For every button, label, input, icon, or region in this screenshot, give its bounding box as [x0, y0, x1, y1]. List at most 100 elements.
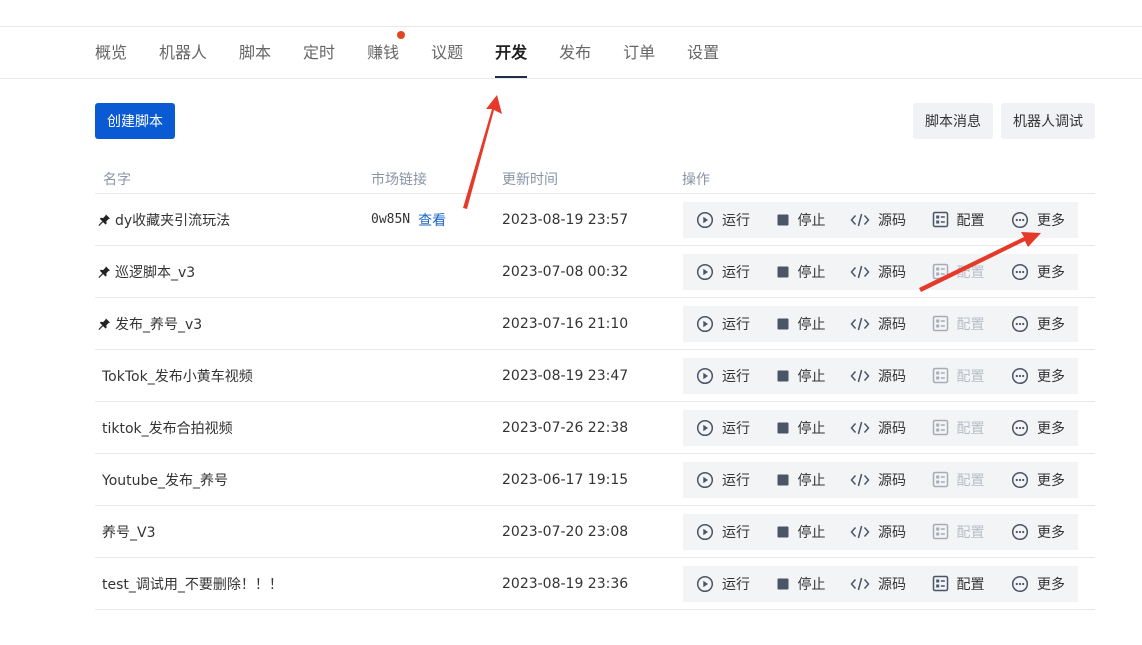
stop-button[interactable]: 停止: [763, 565, 838, 602]
script-name-text: 发布_养号_v3: [115, 316, 203, 333]
more-button[interactable]: 更多: [998, 461, 1078, 498]
tab-0[interactable]: 概览: [95, 27, 127, 79]
source-button[interactable]: 源码: [838, 253, 918, 290]
more-label: 更多: [1037, 472, 1065, 489]
run-button[interactable]: 运行: [683, 357, 763, 394]
more-button[interactable]: 更多: [998, 201, 1078, 238]
source-button[interactable]: 源码: [838, 461, 918, 498]
config-button[interactable]: 配置: [918, 565, 998, 602]
tabs-divider: [0, 78, 1142, 79]
more-label: 更多: [1037, 316, 1065, 333]
more-icon: [1011, 523, 1037, 541]
config-label: 配置: [956, 420, 985, 437]
more-button[interactable]: 更多: [998, 253, 1078, 290]
run-icon: [696, 419, 722, 437]
script-name-text: dy收藏夹引流玩法: [115, 212, 231, 229]
tab-5[interactable]: 议题: [431, 27, 463, 79]
tab-8[interactable]: 订单: [623, 27, 655, 79]
run-button[interactable]: 运行: [683, 305, 763, 342]
script-name-text: TokTok_发布小黄车视频: [102, 368, 253, 385]
stop-button[interactable]: 停止: [763, 357, 838, 394]
source-button[interactable]: 源码: [838, 409, 918, 446]
stop-button[interactable]: 停止: [763, 201, 838, 238]
more-button[interactable]: 更多: [998, 409, 1078, 446]
stop-button[interactable]: 停止: [763, 305, 838, 342]
stop-label: 停止: [797, 524, 826, 541]
more-icon: [1011, 211, 1037, 229]
robot-debug-button[interactable]: 机器人调试: [1001, 103, 1095, 139]
source-label: 源码: [878, 524, 906, 541]
run-button[interactable]: 运行: [683, 565, 763, 602]
run-button[interactable]: 运行: [683, 409, 763, 446]
stop-icon: [776, 525, 798, 539]
tab-2[interactable]: 脚本: [239, 27, 271, 79]
config-icon: [932, 523, 957, 540]
stop-button[interactable]: 停止: [763, 513, 838, 550]
source-button[interactable]: 源码: [838, 565, 918, 602]
create-script-button[interactable]: 创建脚本: [95, 103, 175, 139]
more-button[interactable]: 更多: [998, 513, 1078, 550]
view-link[interactable]: 查看: [418, 210, 446, 230]
run-icon: [696, 523, 722, 541]
pin-icon: [97, 213, 111, 227]
more-label: 更多: [1037, 212, 1065, 229]
more-label: 更多: [1037, 524, 1065, 541]
notification-dot: [397, 31, 406, 39]
more-button[interactable]: 更多: [998, 357, 1078, 394]
tab-6[interactable]: 开发: [495, 27, 528, 79]
updated-time: 2023-08-19 23:47: [502, 367, 629, 384]
source-label: 源码: [878, 316, 906, 333]
run-button[interactable]: 运行: [683, 253, 763, 290]
more-label: 更多: [1037, 368, 1065, 385]
stop-label: 停止: [797, 368, 826, 385]
config-icon: [932, 575, 957, 592]
more-icon: [1011, 263, 1037, 281]
more-label: 更多: [1037, 264, 1065, 281]
source-button[interactable]: 源码: [838, 201, 918, 238]
source-icon: [850, 472, 878, 488]
header-updated-time: 更新时间: [502, 171, 558, 188]
source-label: 源码: [878, 212, 906, 229]
header-operations: 操作: [682, 171, 710, 188]
stop-icon: [776, 421, 798, 435]
script-name: Youtube_发布_养号: [95, 470, 371, 490]
pin-icon: [97, 317, 111, 331]
run-button[interactable]: 运行: [683, 461, 763, 498]
source-button[interactable]: 源码: [838, 357, 918, 394]
more-label: 更多: [1037, 420, 1065, 437]
stop-button[interactable]: 停止: [763, 461, 838, 498]
run-button[interactable]: 运行: [683, 201, 763, 238]
more-button[interactable]: 更多: [998, 565, 1078, 602]
tab-4[interactable]: 赚钱: [367, 27, 406, 79]
table-row: 巡逻脚本_v3 2023-07-08 00:32 运行 停止 源码 配置 更多: [95, 246, 1095, 298]
operations: 运行 停止 源码 配置 更多: [682, 461, 1095, 498]
script-name-text: test_调试用_不要删除！！！: [102, 576, 283, 593]
run-label: 运行: [722, 524, 750, 541]
tab-label: 概览: [95, 43, 128, 62]
tab-9[interactable]: 设置: [687, 27, 719, 79]
source-button[interactable]: 源码: [838, 305, 918, 342]
run-label: 运行: [722, 264, 750, 281]
tab-label: 赚钱: [367, 43, 400, 62]
config-button[interactable]: 配置: [918, 201, 998, 238]
source-button[interactable]: 源码: [838, 513, 918, 550]
tab-1[interactable]: 机器人: [159, 27, 207, 79]
updated-time: 2023-07-26 22:38: [502, 419, 629, 436]
config-button: 配置: [918, 305, 998, 342]
more-button[interactable]: 更多: [998, 305, 1078, 342]
stop-button[interactable]: 停止: [763, 253, 838, 290]
tab-label: 设置: [687, 43, 720, 62]
tab-7[interactable]: 发布: [559, 27, 591, 79]
script-messages-button[interactable]: 脚本消息: [913, 103, 993, 139]
tab-3[interactable]: 定时: [303, 27, 335, 79]
run-button[interactable]: 运行: [683, 513, 763, 550]
market-code: 0w85N: [371, 212, 411, 227]
updated-time: 2023-07-20 23:08: [502, 523, 629, 540]
stop-button[interactable]: 停止: [763, 409, 838, 446]
run-label: 运行: [722, 212, 750, 229]
config-icon: [932, 419, 957, 436]
stop-icon: [776, 369, 798, 383]
script-name: dy收藏夹引流玩法: [95, 210, 371, 230]
more-icon: [1011, 419, 1037, 437]
config-button: 配置: [918, 357, 998, 394]
